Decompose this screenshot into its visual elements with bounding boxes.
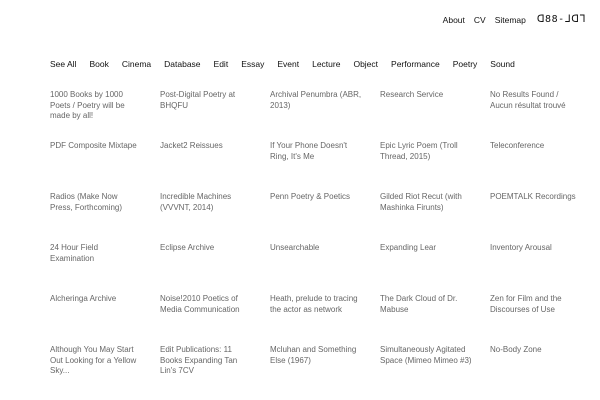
cv-link[interactable]: CV (474, 15, 486, 25)
project-link[interactable]: Teleconference (490, 141, 600, 192)
project-link[interactable]: Alcheringa Archive (50, 294, 160, 345)
category-event[interactable]: Event (277, 59, 299, 69)
project-link[interactable]: Unsearchable (270, 243, 380, 294)
category-poetry[interactable]: Poetry (453, 59, 478, 69)
project-link[interactable]: Heath, prelude to tracing the actor as n… (270, 294, 380, 345)
sitemap-link[interactable]: Sitemap (495, 15, 526, 25)
project-grid: 1000 Books by 1000 Poets / Poetry will b… (50, 90, 600, 396)
site-logo[interactable]: ᗡ88-ᒧᗡᒣ (537, 14, 586, 25)
top-nav: About CV Sitemap ᗡ88-ᒧᗡᒣ (443, 14, 586, 25)
project-link[interactable]: If Your Phone Doesn't Ring, It's Me (270, 141, 380, 192)
project-link[interactable]: Inventory Arousal (490, 243, 600, 294)
project-link[interactable]: POEMTALK Recordings (490, 192, 600, 243)
project-link[interactable]: The Dark Cloud of Dr. Mabuse (380, 294, 490, 345)
about-link[interactable]: About (443, 15, 465, 25)
project-link[interactable]: No-Body Zone (490, 345, 600, 396)
category-cinema[interactable]: Cinema (122, 59, 151, 69)
project-link[interactable]: Research Service (380, 90, 490, 141)
project-link[interactable]: 1000 Books by 1000 Poets / Poetry will b… (50, 90, 160, 141)
project-link[interactable]: Epic Lyric Poem (Troll Thread, 2015) (380, 141, 490, 192)
category-sound[interactable]: Sound (490, 59, 515, 69)
category-book[interactable]: Book (89, 59, 108, 69)
category-database[interactable]: Database (164, 59, 200, 69)
project-link[interactable]: Jacket2 Reissues (160, 141, 270, 192)
project-link[interactable]: Radios (Make Now Press, Forthcoming) (50, 192, 160, 243)
project-link[interactable]: Eclipse Archive (160, 243, 270, 294)
project-link[interactable]: Expanding Lear (380, 243, 490, 294)
project-link[interactable]: No Results Found / Aucun résultat trouvé (490, 90, 600, 141)
category-performance[interactable]: Performance (391, 59, 440, 69)
project-link[interactable]: Penn Poetry & Poetics (270, 192, 380, 243)
project-link[interactable]: PDF Composite Mixtape (50, 141, 160, 192)
project-link[interactable]: Zen for Film and the Discourses of Use (490, 294, 600, 345)
category-filter-bar: See All Book Cinema Database Edit Essay Event L… (50, 59, 528, 69)
project-link[interactable]: Mcluhan and Something Else (1967) (270, 345, 380, 396)
project-link[interactable]: Simultaneously Agitated Space (Mimeo Mim… (380, 345, 490, 396)
category-object[interactable]: Object (353, 59, 378, 69)
project-link[interactable]: 24 Hour Field Examination (50, 243, 160, 294)
project-link[interactable]: Post-Digital Poetry at BHQFU (160, 90, 270, 141)
project-link[interactable]: Edit Publications: 11 Books Expanding Ta… (160, 345, 270, 396)
project-link[interactable]: Noise!2010 Poetics of Media Communicatio… (160, 294, 270, 345)
project-link[interactable]: Archival Penumbra (ABR, 2013) (270, 90, 380, 141)
project-link[interactable]: Incredible Machines (VVVNT, 2014) (160, 192, 270, 243)
category-essay[interactable]: Essay (241, 59, 264, 69)
category-edit[interactable]: Edit (214, 59, 229, 69)
category-see-all[interactable]: See All (50, 59, 76, 69)
project-link[interactable]: Although You May Start Out Looking for a… (50, 345, 160, 396)
category-lecture[interactable]: Lecture (312, 59, 340, 69)
project-link[interactable]: Gilded Riot Recut (with Mashinka Firunts… (380, 192, 490, 243)
